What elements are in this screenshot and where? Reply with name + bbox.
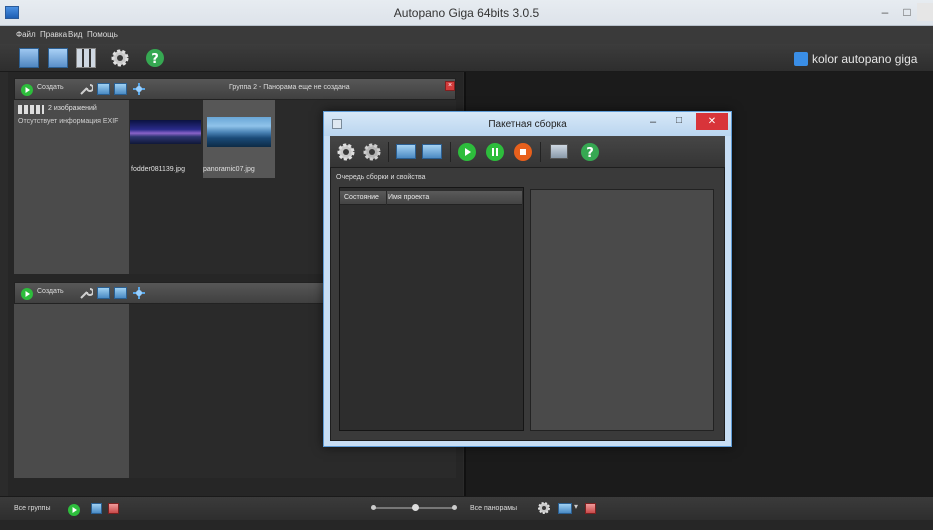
zoom-slider-handle[interactable] xyxy=(412,504,419,511)
toolbar-separator xyxy=(388,142,389,162)
add-panorama-icon[interactable] xyxy=(396,144,416,159)
toolbar-separator xyxy=(540,142,541,162)
stop-batch-icon[interactable] xyxy=(514,143,532,166)
create-label[interactable]: Создать xyxy=(37,84,64,91)
kolor-logo-icon xyxy=(794,52,808,66)
group-title: Группа 2 - Панорама еще не создана xyxy=(229,84,350,91)
column-project-name[interactable]: Имя проекта xyxy=(388,194,429,201)
dialog-close-button[interactable]: ✕ xyxy=(696,113,728,130)
thumbnail-name-1: fodder081139.jpg xyxy=(131,166,185,173)
toolbar-separator xyxy=(450,142,451,162)
thumbnail-name-2: panoramic07.jpg xyxy=(203,166,255,173)
minimize-button[interactable]: – xyxy=(874,3,896,21)
group-header-1: Создать Группа 2 - Панорама еще не созда… xyxy=(14,78,456,100)
window-title: Autopano Giga 64bits 3.0.5 xyxy=(393,6,540,20)
table-header: Состояние Имя проекта xyxy=(340,191,522,205)
render-panorama-icon[interactable] xyxy=(558,503,572,514)
add-images-icon[interactable] xyxy=(97,287,110,299)
menu-view[interactable]: Вид xyxy=(68,30,82,39)
import-folder-icon[interactable] xyxy=(48,48,68,68)
menu-edit[interactable]: Правка xyxy=(40,30,67,39)
wrench-icon[interactable] xyxy=(79,82,94,96)
menu-file[interactable]: Файл xyxy=(16,30,36,39)
bottom-toolbar: Все группы Все панорамы ▾ xyxy=(0,496,933,520)
close-button[interactable] xyxy=(917,3,933,21)
zoom-slider-min-icon xyxy=(371,505,376,510)
image-count: 2 изображений xyxy=(48,105,97,112)
batch-render-dialog: Пакетная сборка – □ ✕ ? Очередь сборки и… xyxy=(323,111,732,447)
status-bar xyxy=(0,520,933,530)
properties-panel xyxy=(530,189,714,431)
play-icon[interactable] xyxy=(21,287,33,305)
dialog-toolbar: ? xyxy=(330,136,725,168)
settings-gear-icon[interactable] xyxy=(110,48,130,68)
help-icon[interactable]: ? xyxy=(145,48,165,68)
start-batch-play-icon[interactable] xyxy=(458,143,476,166)
all-panoramas-label[interactable]: Все панорамы xyxy=(470,505,517,512)
groups-images-icon[interactable] xyxy=(91,503,102,514)
remove-panorama-icon[interactable] xyxy=(585,503,596,514)
control-points-icon[interactable] xyxy=(132,286,146,305)
window-titlebar: Autopano Giga 64bits 3.0.5 – □ xyxy=(0,0,933,26)
dialog-title: Пакетная сборка xyxy=(488,119,567,130)
brand-label: kolor autopano giga xyxy=(812,52,918,66)
wrench-icon[interactable] xyxy=(79,286,94,300)
remove-groups-icon[interactable] xyxy=(108,503,119,514)
batch-settings-gear-icon[interactable] xyxy=(336,142,356,167)
play-icon[interactable] xyxy=(21,83,33,101)
dialog-minimize-button[interactable]: – xyxy=(650,116,656,128)
remove-panorama-from-queue-icon[interactable] xyxy=(422,144,442,159)
zoom-slider-max-icon xyxy=(452,505,457,510)
import-images-icon[interactable] xyxy=(19,48,39,68)
image-stack-icon xyxy=(18,105,44,114)
panorama-settings-gear-icon[interactable] xyxy=(537,501,551,520)
maximize-button[interactable]: □ xyxy=(896,3,918,21)
batch-queue-table[interactable] xyxy=(339,187,524,431)
queue-label: Очередь сборки и свойства xyxy=(336,174,426,181)
edit-images-icon[interactable] xyxy=(114,83,127,95)
play-all-icon[interactable] xyxy=(68,503,80,521)
menu-bar: Файл Правка Вид Помощь xyxy=(0,26,933,44)
all-groups-label[interactable]: Все группы xyxy=(14,505,51,512)
group-info-panel: 2 изображений Отсутствует информация EXI… xyxy=(14,100,129,274)
open-output-folder-icon[interactable] xyxy=(550,144,568,159)
group-info-panel-2 xyxy=(14,304,129,478)
remove-group-icon[interactable]: × xyxy=(445,81,455,91)
column-divider xyxy=(386,191,387,205)
batch-render-settings-gear-icon[interactable] xyxy=(362,142,382,167)
svg-text:?: ? xyxy=(586,146,594,161)
dialog-titlebar: Пакетная сборка – □ ✕ xyxy=(324,112,731,136)
grid-view-icon[interactable] xyxy=(76,48,96,68)
thumbnail-image-1[interactable] xyxy=(130,120,201,144)
control-points-icon[interactable] xyxy=(132,82,146,101)
add-images-icon[interactable] xyxy=(97,83,110,95)
menu-help[interactable]: Помощь xyxy=(87,30,118,39)
dialog-help-icon[interactable]: ? xyxy=(580,142,600,167)
dialog-maximize-button[interactable]: □ xyxy=(676,115,682,126)
create-label[interactable]: Создать xyxy=(37,288,64,295)
pause-batch-icon[interactable] xyxy=(486,143,504,166)
edit-images-icon[interactable] xyxy=(114,287,127,299)
dropdown-arrow-icon[interactable]: ▾ xyxy=(574,502,578,511)
column-status[interactable]: Состояние xyxy=(344,194,379,201)
svg-text:?: ? xyxy=(151,52,159,67)
thumbnail-image-2[interactable] xyxy=(207,117,271,147)
exif-note: Отсутствует информация EXIF xyxy=(18,118,119,125)
